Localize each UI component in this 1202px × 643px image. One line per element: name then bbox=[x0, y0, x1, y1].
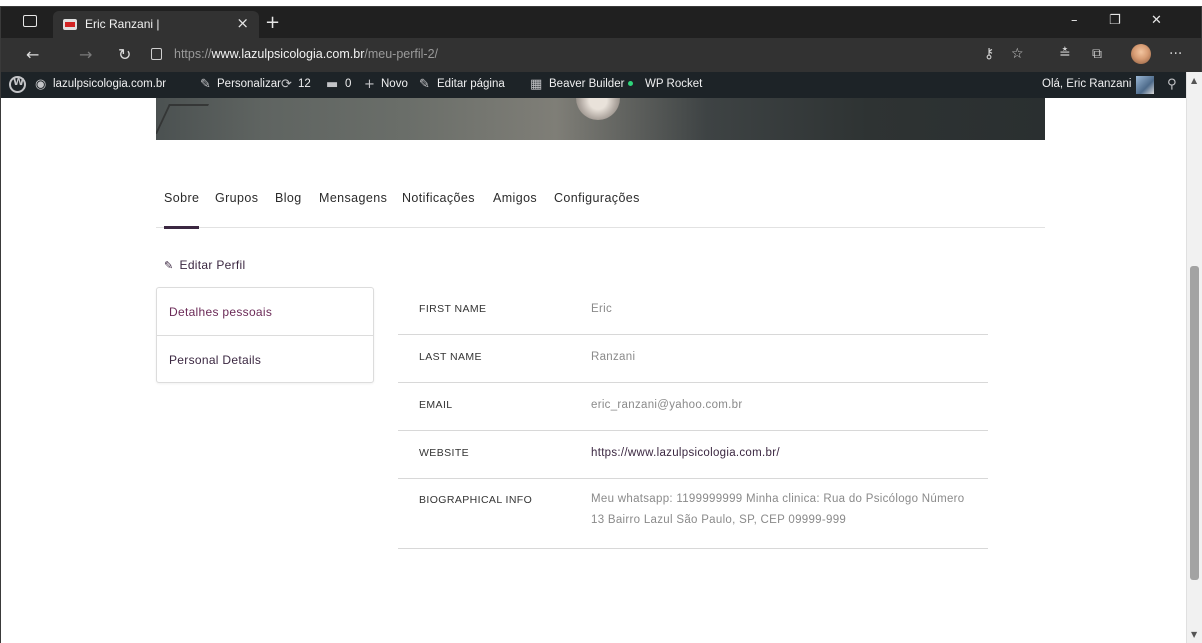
tab-actions-icon[interactable] bbox=[23, 15, 37, 27]
admin-bar-customize[interactable]: Personalizar bbox=[217, 78, 281, 90]
collections-icon[interactable]: ⧉ bbox=[1092, 46, 1102, 62]
detail-label: EMAIL bbox=[419, 399, 453, 411]
edit-pencil-icon: ✎ bbox=[419, 77, 430, 92]
website-link[interactable]: https://www.lazulpsicologia.com.br/ bbox=[591, 447, 780, 459]
scroll-down-icon[interactable]: ▼ bbox=[1191, 630, 1197, 639]
wordpress-logo-icon[interactable] bbox=[9, 76, 26, 93]
admin-bar-new[interactable]: Novo bbox=[381, 78, 408, 90]
brush-icon: ✎ bbox=[200, 77, 211, 92]
admin-bar-greeting[interactable]: Olá, Eric Ranzani bbox=[1042, 78, 1131, 90]
dashboard-icon: ◉ bbox=[35, 77, 47, 92]
browser-window: Eric Ranzani | × + – ❐ ✕ ← → ↻ https://w… bbox=[0, 0, 1202, 643]
admin-bar-site-name[interactable]: lazulpsicologia.com.br bbox=[53, 78, 166, 90]
updates-icon: ⟳ bbox=[281, 77, 292, 92]
tab-mensagens[interactable]: Mensagens bbox=[319, 191, 387, 205]
back-icon[interactable]: ← bbox=[26, 45, 39, 64]
profile-photo bbox=[576, 98, 620, 120]
sidebar-item-personal-details[interactable]: Personal Details bbox=[157, 336, 373, 384]
key-icon[interactable]: ⚷ bbox=[984, 46, 994, 62]
url-path: /meu-perfil-2/ bbox=[364, 47, 439, 61]
tab-close-icon[interactable]: × bbox=[236, 14, 249, 32]
detail-value: Ranzani bbox=[591, 351, 636, 363]
address-bar-row: ← → ↻ https://www.lazulpsicologia.com.br… bbox=[0, 38, 1202, 72]
search-icon[interactable]: ⚲ bbox=[1167, 77, 1177, 92]
forward-icon[interactable]: → bbox=[79, 45, 92, 64]
favorites-icon[interactable]: ≛ bbox=[1059, 46, 1071, 62]
tab-bar: Eric Ranzani | × + – ❐ ✕ bbox=[0, 6, 1202, 39]
cover-tree-shape bbox=[156, 104, 209, 134]
admin-bar-wp-rocket[interactable]: WP Rocket bbox=[645, 78, 702, 90]
site-favicon-icon bbox=[63, 19, 77, 30]
tab-amigos[interactable]: Amigos bbox=[493, 191, 537, 205]
more-icon[interactable]: ··· bbox=[1169, 46, 1182, 62]
wp-admin-bar: ◉ lazulpsicologia.com.br ✎ Personalizar … bbox=[0, 72, 1202, 98]
edit-profile-link[interactable]: ✎ Editar Perfil bbox=[164, 258, 245, 272]
profile-avatar[interactable] bbox=[1131, 44, 1151, 64]
scroll-thumb[interactable] bbox=[1190, 266, 1199, 580]
profile-nav: Sobre Grupos Blog Mensagens Notificações… bbox=[156, 188, 1045, 229]
browser-tab[interactable]: Eric Ranzani | × bbox=[53, 11, 259, 39]
profile-sections-menu: Detalhes pessoais Personal Details bbox=[156, 287, 374, 383]
admin-bar-beaver-builder[interactable]: Beaver Builder bbox=[549, 78, 634, 90]
detail-label: FIRST NAME bbox=[419, 303, 487, 315]
detail-label: WEBSITE bbox=[419, 447, 470, 459]
lock-icon[interactable] bbox=[151, 48, 162, 60]
pencil-icon: ✎ bbox=[164, 259, 174, 272]
page-scrollbar[interactable]: ▲ ▼ bbox=[1186, 72, 1202, 643]
url-prefix: https:// bbox=[174, 47, 212, 61]
detail-row-biographical-info: BIOGRAPHICAL INFO Meu whatsapp: 11999999… bbox=[398, 479, 988, 549]
detail-row-first-name: FIRST NAME Eric bbox=[398, 287, 988, 335]
cover-image bbox=[156, 98, 1045, 140]
beaver-builder-icon: ▦ bbox=[530, 77, 543, 92]
page-content: Sobre Grupos Blog Mensagens Notificações… bbox=[0, 98, 1186, 643]
detail-value: Eric bbox=[591, 303, 613, 315]
url-field[interactable]: https://www.lazulpsicologia.com.br/meu-p… bbox=[174, 47, 438, 61]
refresh-icon[interactable]: ↻ bbox=[118, 45, 131, 64]
maximize-icon[interactable]: ❐ bbox=[1109, 13, 1121, 28]
admin-bar-updates-count[interactable]: 12 bbox=[298, 78, 311, 90]
detail-row-last-name: LAST NAME Ranzani bbox=[398, 335, 988, 383]
comments-icon: ▬ bbox=[326, 77, 339, 92]
edit-profile-label: Editar Perfil bbox=[179, 258, 246, 272]
tab-sobre[interactable]: Sobre bbox=[164, 191, 200, 229]
admin-bar-edit-page[interactable]: Editar página bbox=[437, 78, 505, 90]
admin-avatar[interactable] bbox=[1136, 76, 1154, 94]
url-domain: www.lazulpsicologia.com.br bbox=[211, 47, 365, 61]
sidebar-item-detalhes-pessoais[interactable]: Detalhes pessoais bbox=[157, 288, 373, 336]
tab-title: Eric Ranzani | bbox=[85, 17, 160, 31]
scroll-up-icon[interactable]: ▲ bbox=[1191, 76, 1197, 85]
tab-blog[interactable]: Blog bbox=[275, 191, 302, 205]
admin-bar-comments-count[interactable]: 0 bbox=[345, 78, 351, 90]
status-dot bbox=[628, 81, 634, 87]
detail-value: eric_ranzani@yahoo.com.br bbox=[591, 399, 743, 411]
detail-label: LAST NAME bbox=[419, 351, 482, 363]
detail-row-website: WEBSITE https://www.lazulpsicologia.com.… bbox=[398, 431, 988, 479]
tab-notificacoes[interactable]: Notificações bbox=[402, 191, 475, 205]
close-window-icon[interactable]: ✕ bbox=[1151, 13, 1162, 28]
plus-icon: + bbox=[364, 77, 375, 92]
minimize-icon[interactable]: – bbox=[1071, 13, 1078, 28]
beaver-builder-label: Beaver Builder bbox=[549, 78, 625, 90]
tab-configuracoes[interactable]: Configurações bbox=[554, 191, 640, 205]
new-tab-icon[interactable]: + bbox=[265, 12, 280, 33]
favorite-add-icon[interactable]: ☆ bbox=[1011, 46, 1024, 62]
tab-grupos[interactable]: Grupos bbox=[215, 191, 258, 205]
detail-row-email: EMAIL eric_ranzani@yahoo.com.br bbox=[398, 383, 988, 431]
detail-value: Meu whatsapp: 1199999999 Minha clinica: … bbox=[591, 493, 965, 526]
detail-label: BIOGRAPHICAL INFO bbox=[419, 494, 533, 506]
